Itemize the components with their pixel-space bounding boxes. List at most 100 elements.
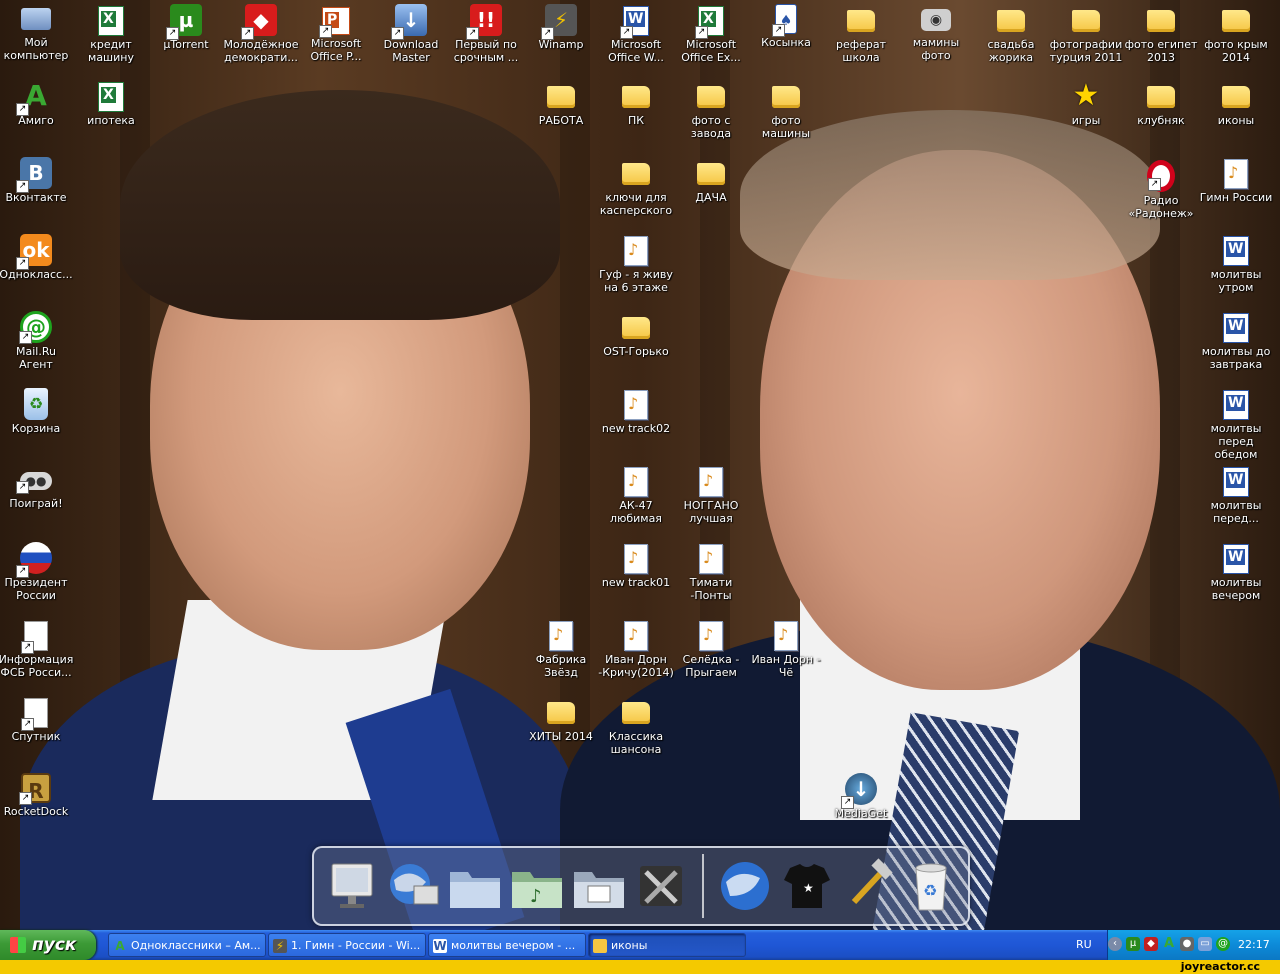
desktop-icon-ms-office-ex[interactable]: Microsoft Office Ex... — [673, 4, 749, 64]
tools-icon[interactable] — [632, 856, 690, 916]
desktop-icon-gimn[interactable]: Гимн России — [1198, 157, 1274, 204]
desktop-icon-credit[interactable]: кредит машину — [73, 4, 149, 64]
start-button[interactable]: пуск — [0, 930, 96, 960]
desktop-icon-perviy[interactable]: !!Первый по срочным ... — [448, 4, 524, 64]
audio-file-icon — [699, 544, 723, 574]
desktop-icon-selyodka[interactable]: Селёдка - Прыгаем — [673, 619, 749, 679]
audio-file-icon — [624, 467, 648, 497]
desktop-icon-new-track02[interactable]: new track02 — [598, 388, 674, 435]
desktop-icon-klyuchi[interactable]: ключи для касперского — [598, 157, 674, 217]
display-tray-icon[interactable]: ▭ — [1198, 937, 1212, 951]
desktop-icon-ms-office-w[interactable]: Microsoft Office W... — [598, 4, 674, 64]
file-icon — [21, 621, 48, 654]
desktop-icon-amigo[interactable]: AАмиго — [0, 80, 74, 127]
excel-icon — [695, 6, 724, 39]
desktop-icon-foto-zavoda[interactable]: фото с завода — [673, 80, 749, 140]
task-button-odnoklassniki[interactable]: A Одноклассники – Ам... — [108, 933, 266, 957]
recycle-bin-icon[interactable]: ♻ — [902, 856, 960, 916]
folder-icon — [1147, 10, 1175, 32]
watermark-bar — [0, 960, 1280, 974]
desktop-icon-utorrent[interactable]: µµTorrent — [148, 4, 224, 51]
desktop-icon-mediaget[interactable]: ↓MediaGet — [823, 773, 899, 820]
globe-icon[interactable] — [716, 856, 774, 916]
desktop-icon-fabrika[interactable]: Фабрика Звёзд — [523, 619, 599, 679]
desktop-icon-svadba[interactable]: свадьба жорика — [973, 4, 1049, 64]
desktop-icon-rocketdock[interactable]: RRocketDock — [0, 773, 74, 818]
desktop-icon-molitvy-pered-obedom[interactable]: молитвы перед обедом — [1198, 388, 1274, 461]
folder-icon — [1072, 10, 1100, 32]
desktop-icon-noggano[interactable]: НОГГАНО лучшая — [673, 465, 749, 525]
desktop-icon-klubnyak[interactable]: клубняк — [1123, 80, 1199, 127]
desktop-icon-poigray[interactable]: ●●Поиграй! — [0, 465, 74, 510]
vk-icon: B — [16, 157, 52, 193]
desktop-icon-maminy-foto[interactable]: ◉ мамины фото — [898, 4, 974, 62]
amigo-tray-icon[interactable]: A — [1162, 937, 1176, 951]
utorrent-tray-icon[interactable]: µ — [1126, 937, 1140, 951]
task-button-ikony[interactable]: иконы — [588, 933, 746, 957]
desktop-icon-download-master[interactable]: ↓Download Master — [373, 4, 449, 64]
desktop-icon-foto-mashiny[interactable]: фото машины — [748, 80, 824, 140]
desktop-icon-foto-krym[interactable]: фото крым 2014 — [1198, 4, 1274, 64]
tray-arrow-icon[interactable]: ‹ — [1108, 937, 1122, 951]
task-button-winamp[interactable]: ⚡ 1. Гимн - России - Wi... — [268, 933, 426, 957]
folder-icon — [593, 939, 607, 953]
desktop-icon-molitvy-do-zavtraka[interactable]: молитвы до завтрака — [1198, 311, 1274, 371]
desktop-icon-new-track01[interactable]: new track01 — [598, 542, 674, 589]
mail-agent-icon: @ — [19, 311, 52, 344]
desktop-icon-ikony[interactable]: иконы — [1198, 80, 1274, 127]
images-folder-icon[interactable] — [570, 856, 628, 916]
desktop-icon-rabota[interactable]: РАБОТА — [523, 80, 599, 127]
desktop-icon-molodezhnoe[interactable]: ◆Молодёжное демократи... — [223, 4, 299, 64]
desktop-icon-foto-turciya[interactable]: фотографии турция 2011 — [1048, 4, 1124, 64]
shield-tray-icon[interactable]: ◆ — [1144, 937, 1158, 951]
desktop-icon-informaciya-fsb[interactable]: Информация ФСБ Росси... — [0, 619, 74, 679]
desktop-icon-referat[interactable]: реферат школа — [823, 4, 899, 64]
desktop-icon-ipoteka[interactable]: ипотека — [73, 80, 149, 127]
desktop-icon-molitvy-pered[interactable]: молитвы перед... — [1198, 465, 1274, 525]
task-button-word[interactable]: Wмолитвы вечером - ... — [428, 933, 586, 957]
alert-icon: !! — [466, 4, 502, 40]
desktop-icon-mailru[interactable]: @Mail.Ru Агент — [0, 311, 74, 371]
clock[interactable]: 22:17 — [1238, 930, 1270, 960]
desktop-icon-vkontakte[interactable]: BВконтакте — [0, 157, 74, 204]
file-icon — [21, 698, 48, 731]
desktop-icon-korzina[interactable]: ♻ Корзина — [0, 388, 74, 435]
desktop-icon-foto-egipet[interactable]: фото египет 2013 — [1123, 4, 1199, 64]
desktop-icon-ost-gorko[interactable]: OST-Горько — [598, 311, 674, 358]
folder-icon[interactable] — [446, 856, 504, 916]
hammer-icon[interactable] — [840, 856, 898, 916]
windows-logo-icon — [10, 937, 26, 953]
desktop-icon-sputnik[interactable]: Спутник — [0, 696, 74, 743]
desktop-icon-timati[interactable]: Тимати -Понты — [673, 542, 749, 602]
desktop-icon-odnoklassniki[interactable]: okОднокласс... — [0, 234, 74, 281]
globe-monitor-icon[interactable] — [384, 856, 442, 916]
taskbar: пуск A Одноклассники – Ам... ⚡ 1. Гимн - Р… — [0, 930, 1280, 960]
folder-icon — [997, 10, 1025, 32]
desktop-icon-my-computer[interactable]: Мой компьютер — [0, 4, 74, 62]
desktop-icon-igry[interactable]: ★ игры — [1048, 80, 1124, 128]
music-folder-icon[interactable]: ♪ — [508, 856, 566, 916]
desktop-icon-ak47[interactable]: АК-47 любимая — [598, 465, 674, 525]
amigo-icon: A — [115, 939, 125, 953]
folder-icon — [697, 86, 725, 108]
desktop-icon-molitvy-vecherom[interactable]: молитвы вечером — [1198, 542, 1274, 602]
tshirt-icon[interactable]: ★ — [778, 856, 836, 916]
language-indicator[interactable]: RU — [1076, 937, 1092, 953]
mail-agent-tray-icon[interactable]: @ — [1216, 937, 1230, 951]
desktop-icon-kosynka[interactable]: ♠Косынка — [748, 4, 824, 49]
desktop-icon-ms-office-p[interactable]: Microsoft Office P... — [298, 4, 374, 63]
desktop-icon-molitvy-utrom[interactable]: молитвы утром — [1198, 234, 1274, 294]
desktop-icon-dacha[interactable]: ДАЧА — [673, 157, 749, 204]
desktop-icon-prezident[interactable]: Президент России — [0, 542, 74, 602]
network-tray-icon[interactable]: ● — [1180, 937, 1194, 951]
desktop-icon-ivan-dorn-che[interactable]: Иван Дорн - Чё — [748, 619, 824, 679]
desktop-icon-ivan-dorn-krichu[interactable]: Иван Дорн -Кричу(2014) — [598, 619, 674, 679]
desktop-icon-hity[interactable]: ХИТЫ 2014 — [523, 696, 599, 743]
desktop-icon-pk[interactable]: ПК — [598, 80, 674, 127]
word-doc-icon — [1223, 313, 1249, 343]
desktop-icon-guf[interactable]: Гуф - я живу на 6 этаже — [598, 234, 674, 294]
desktop-icon-radio[interactable]: Радио «Радонеж» — [1123, 157, 1199, 220]
monitor-icon[interactable] — [322, 856, 380, 916]
desktop-icon-winamp[interactable]: ⚡Winamp — [523, 4, 599, 51]
desktop-icon-klassika[interactable]: Классика шансона — [598, 696, 674, 756]
